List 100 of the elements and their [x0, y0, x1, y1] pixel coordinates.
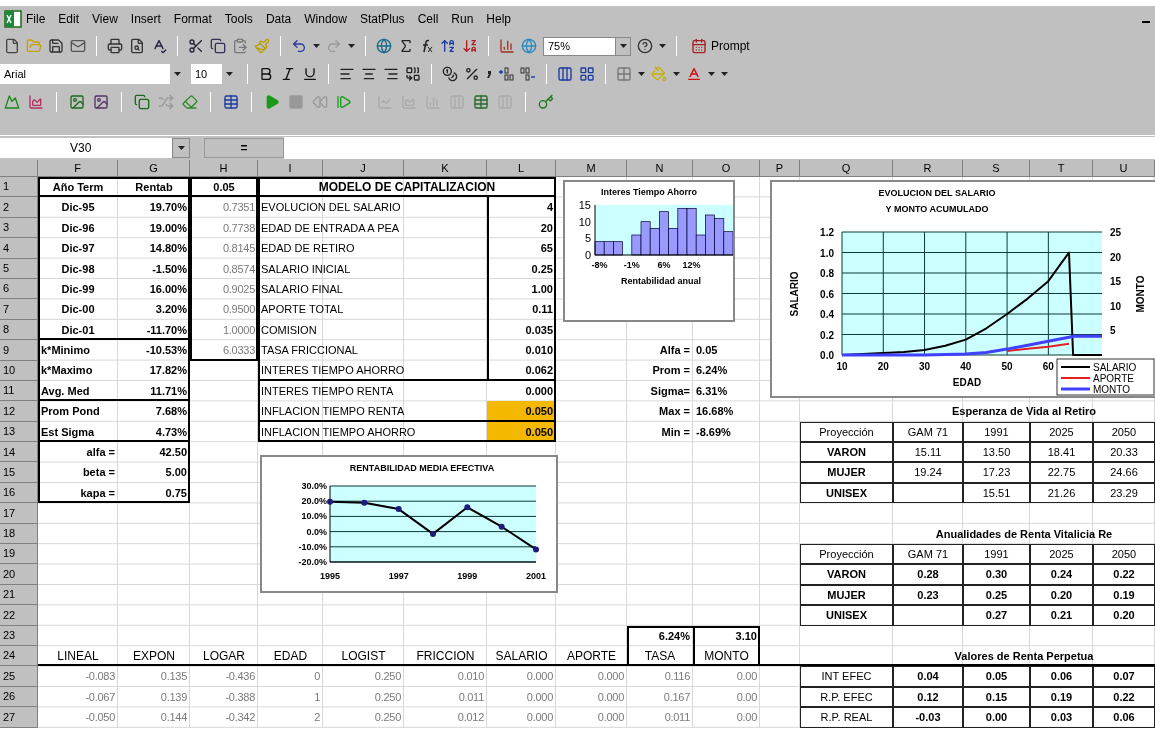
sheet-cell[interactable]: EDAD: [258, 646, 323, 667]
sheet-cell[interactable]: 14.80%: [118, 238, 190, 259]
sheet-cell[interactable]: 11.71%: [118, 380, 190, 402]
sheet-cell[interactable]: 1: [258, 686, 323, 708]
sheet-cell[interactable]: 0.010: [487, 340, 556, 361]
sheet-cell[interactable]: k*Maximo: [38, 360, 118, 381]
sheet-cell[interactable]: 2025: [1030, 421, 1093, 443]
sheet-cell[interactable]: VARON: [800, 564, 893, 585]
column-header[interactable]: R: [893, 160, 963, 177]
row-header[interactable]: 12: [0, 401, 38, 422]
sheet-cell[interactable]: Dic-95: [38, 197, 118, 218]
sheet-cell[interactable]: 0.144: [118, 707, 190, 728]
sheet-cell[interactable]: 20.33: [1093, 442, 1155, 463]
sheet-cell[interactable]: 0.8574: [190, 258, 258, 279]
sheet-cell[interactable]: COMISION: [258, 319, 487, 341]
sheet-cell[interactable]: 0.000: [556, 666, 627, 687]
row-header[interactable]: 4: [0, 238, 38, 259]
sheet-cell[interactable]: alfa =: [38, 442, 118, 463]
column-header[interactable]: J: [323, 160, 404, 177]
row-header[interactable]: 2: [0, 197, 38, 218]
sheet-cell[interactable]: 0.19: [1093, 584, 1155, 606]
row-header[interactable]: 1: [0, 177, 38, 198]
sheet-cell[interactable]: Prom =: [627, 360, 693, 381]
sheet-cell[interactable]: 1991: [963, 544, 1030, 565]
font-combobox[interactable]: Arial: [0, 64, 185, 84]
sheet-cell[interactable]: 23.29: [1093, 482, 1155, 504]
sheet-cell[interactable]: 6.0333: [190, 340, 258, 361]
sheet-cell[interactable]: 2050: [1093, 421, 1155, 443]
column-header[interactable]: T: [1030, 160, 1093, 177]
sheet-cell[interactable]: Prom Pond: [38, 401, 118, 422]
sheet-cell[interactable]: -0.388: [190, 686, 258, 708]
column-header[interactable]: I: [258, 160, 323, 177]
row-header[interactable]: 3: [0, 217, 38, 239]
menu-item[interactable]: Insert: [130, 10, 161, 28]
sheet-cell[interactable]: MODELO DE CAPITALIZACION: [258, 177, 556, 198]
row-header[interactable]: 8: [0, 319, 38, 341]
sheet-cell[interactable]: 0.000: [487, 707, 556, 728]
row-header[interactable]: 6: [0, 278, 38, 300]
sheet-cell[interactable]: 0.22: [1093, 564, 1155, 585]
sheet-cell[interactable]: 6.24%: [693, 360, 760, 381]
row-header[interactable]: 26: [0, 686, 38, 708]
sheet-cell[interactable]: 24.66: [1093, 462, 1155, 483]
sheet-cell[interactable]: 20: [487, 217, 556, 239]
sheet-cell[interactable]: 0.000: [556, 707, 627, 728]
sheet-cell[interactable]: APORTE: [556, 646, 627, 667]
sheet-cell[interactable]: 19.24: [893, 462, 963, 483]
row-header[interactable]: 21: [0, 584, 38, 606]
sheet-cell[interactable]: 6.24%: [627, 625, 693, 646]
menu-item[interactable]: Run: [451, 10, 474, 28]
sheet-cell[interactable]: 2025: [1030, 544, 1093, 565]
sheet-cell[interactable]: 0.15: [963, 686, 1030, 708]
menu-item[interactable]: Cell: [417, 10, 439, 28]
sheet-cell[interactable]: 0.28: [893, 564, 963, 585]
sheet-cell[interactable]: GAM 71: [893, 544, 963, 565]
sheet-cell[interactable]: SALARIO FINAL: [258, 278, 487, 300]
sheet-cell[interactable]: 0.21: [1030, 605, 1093, 626]
sheet-cell[interactable]: 0.9025: [190, 278, 258, 300]
column-header[interactable]: P: [760, 160, 800, 177]
sheet-cell[interactable]: 19.70%: [118, 197, 190, 218]
sheet-cell[interactable]: 0.000: [556, 686, 627, 708]
sheet-cell[interactable]: INFLACION TIEMPO RENTA: [258, 401, 487, 422]
sheet-cell[interactable]: 2050: [1093, 544, 1155, 565]
sheet-cell[interactable]: SALARIO: [487, 646, 556, 667]
menu-item[interactable]: Edit: [58, 10, 80, 28]
sheet-cell[interactable]: 1.00: [487, 278, 556, 300]
sheet-cell[interactable]: 4.73%: [118, 421, 190, 443]
sheet-cell[interactable]: -1.50%: [118, 258, 190, 279]
row-header[interactable]: 11: [0, 380, 38, 402]
sheet-cell[interactable]: 0.116: [627, 666, 693, 687]
sheet-cell[interactable]: 0.000: [487, 380, 556, 402]
sheet-cell[interactable]: beta =: [38, 462, 118, 483]
row-header[interactable]: 9: [0, 340, 38, 361]
sheet-cell[interactable]: -0.050: [38, 707, 118, 728]
sheet-cell[interactable]: 0.250: [323, 707, 404, 728]
sheet-cell[interactable]: Anualidades de Renta Vitalicia Re: [893, 523, 1155, 545]
sheet-cell[interactable]: Dic-99: [38, 278, 118, 300]
sheet-cell[interactable]: R.P. REAL: [800, 707, 893, 728]
row-header[interactable]: 18: [0, 523, 38, 545]
sheet-cell[interactable]: EVOLUCION DEL SALARIO: [258, 197, 487, 218]
row-header[interactable]: 16: [0, 482, 38, 504]
sheet-cell[interactable]: 21.26: [1030, 482, 1093, 504]
font-size-combobox[interactable]: 10: [191, 64, 237, 84]
sheet-cell[interactable]: 0.05: [693, 340, 760, 361]
sheet-cell[interactable]: Dic-96: [38, 217, 118, 239]
menu-item[interactable]: Tools: [224, 10, 253, 28]
sheet-cell[interactable]: 0.035: [487, 319, 556, 341]
sheet-cell[interactable]: 18.41: [1030, 442, 1093, 463]
sheet-cell[interactable]: Alfa =: [627, 340, 693, 361]
sheet-cell[interactable]: 0.03: [1030, 707, 1093, 728]
menu-item[interactable]: Format: [173, 10, 212, 28]
sheet-cell[interactable]: Dic-01: [38, 319, 118, 341]
sheet-cell[interactable]: -0.067: [38, 686, 118, 708]
sheet-cell[interactable]: Dic-98: [38, 258, 118, 279]
sheet-cell[interactable]: MUJER: [800, 462, 893, 483]
sheet-cell[interactable]: 42.50: [118, 442, 190, 463]
row-header[interactable]: 19: [0, 544, 38, 565]
column-header[interactable]: M: [556, 160, 627, 177]
sheet-cell[interactable]: 0.010: [404, 666, 487, 687]
sheet-cell[interactable]: 6.31%: [693, 380, 760, 402]
sheet-cell[interactable]: LOGAR: [190, 646, 258, 667]
